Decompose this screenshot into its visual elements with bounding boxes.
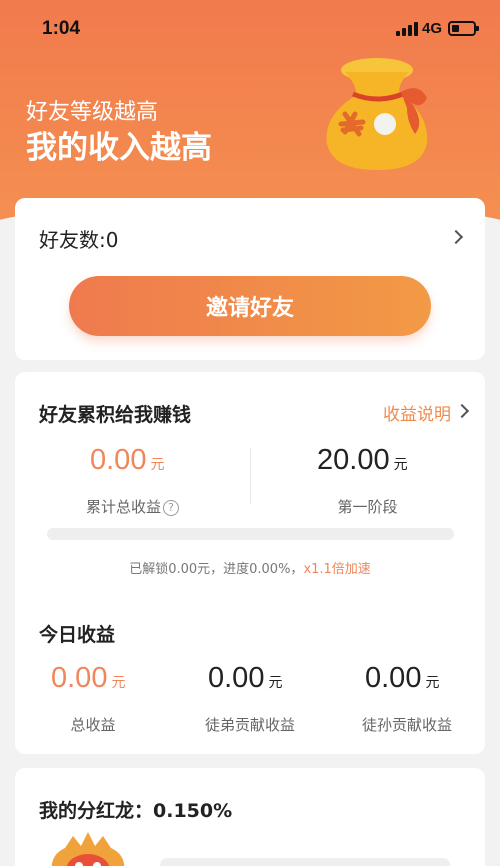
- grand-apprentice-earnings-value: 0.00 元: [365, 662, 440, 694]
- status-bar: 1:04 4G: [0, 0, 500, 60]
- today-total-value: 0.00 元: [51, 662, 126, 694]
- today-total-label: 总收益: [70, 716, 116, 734]
- dragon-title: 我的分红龙：0.150%: [39, 800, 233, 822]
- apprentice-earnings-label: 徒弟贡献收益: [204, 716, 295, 734]
- network-type: 4G: [422, 20, 443, 37]
- dragon-progress-bar: [160, 858, 450, 866]
- grand-apprentice-earnings-label: 徒孙贡献收益: [361, 716, 452, 734]
- earnings-explain-link[interactable]: 收益说明: [383, 400, 451, 425]
- earnings-title: 好友累积给我赚钱: [39, 404, 192, 426]
- money-bag-icon: [326, 58, 428, 170]
- dragon-card: 我的分红龙：0.150%: [15, 768, 485, 866]
- help-circle-icon[interactable]: ?: [163, 500, 179, 516]
- dragon-icon: [51, 832, 125, 866]
- signal-icon: [396, 22, 418, 36]
- chevron-right-icon[interactable]: [454, 403, 470, 419]
- apprentice-earnings-value: 0.00 元: [208, 662, 283, 694]
- earnings-card: 好友累积给我赚钱 收益说明 0.00 元 累计总收益? 20.00 元 第一阶段 已…: [15, 372, 485, 754]
- progress-note: 已解锁0.00元，进度0.00%，x1.1倍加速: [129, 562, 371, 577]
- earnings-explain-label: 收益说明: [383, 405, 451, 425]
- hero-title: 我的收入越高: [26, 130, 212, 166]
- chevron-right-icon[interactable]: [448, 229, 464, 245]
- friends-card: 好友数:0 邀请好友: [15, 198, 485, 360]
- status-time: 1:04: [42, 18, 81, 39]
- total-earnings-value: 0.00 元: [90, 444, 165, 476]
- total-earnings-label: 累计总收益?: [15, 496, 250, 517]
- stage-label: 第一阶段: [337, 498, 398, 516]
- today-earnings-title: 今日收益: [39, 624, 116, 646]
- progress-bar: [47, 528, 454, 540]
- stage-value: 20.00 元: [317, 444, 408, 476]
- friend-count[interactable]: 好友数:0: [39, 224, 118, 253]
- battery-icon: [448, 21, 479, 36]
- invite-friends-button[interactable]: 邀请好友: [69, 276, 431, 336]
